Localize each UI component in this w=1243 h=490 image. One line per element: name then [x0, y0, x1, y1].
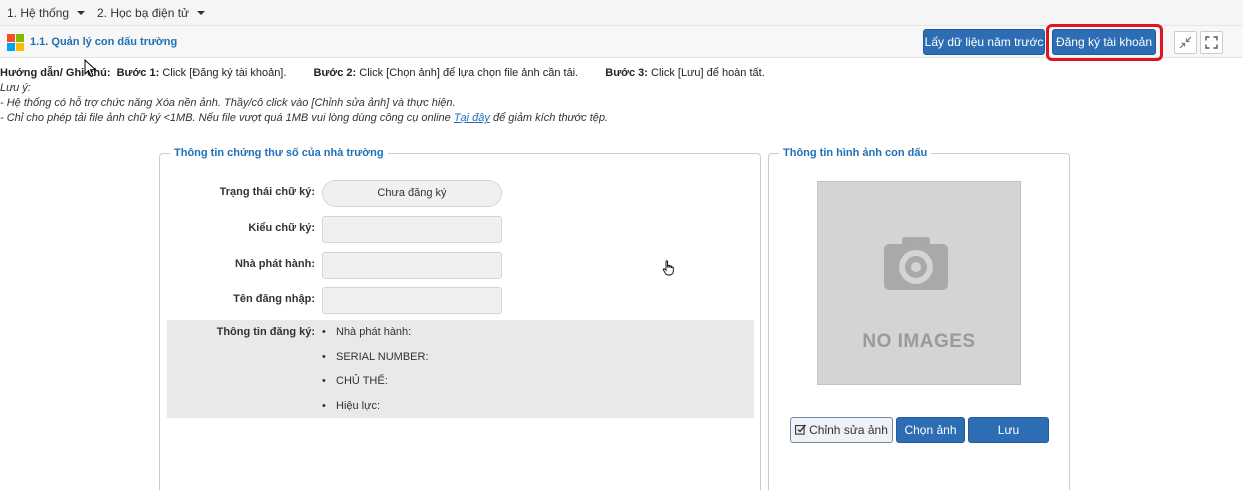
note-text: - Chỉ cho phép tải file ảnh chữ ký <1MB.…	[0, 112, 454, 124]
hand-cursor-icon	[662, 260, 674, 276]
note-title: Lưu ý:	[0, 82, 31, 94]
issuer-field	[322, 252, 502, 279]
caret-down-icon	[197, 10, 206, 15]
list-item: Hiệu lực:	[322, 400, 429, 425]
note-text: để giảm kích thước tệp.	[489, 112, 609, 124]
registration-info-box: Thông tin đăng ký: Nhà phát hành: SERIAL…	[167, 320, 754, 418]
edit-image-button[interactable]: Chỉnh sửa ảnh	[790, 417, 893, 443]
list-item: SERIAL NUMBER:	[322, 351, 429, 376]
no-images-text: NO IMAGES	[862, 331, 976, 352]
collapse-button[interactable]	[1174, 31, 1197, 54]
signature-type-label: Kiểu chữ ký:	[248, 222, 315, 234]
fullscreen-icon	[1205, 36, 1218, 49]
fullscreen-button[interactable]	[1200, 31, 1223, 54]
arrow-cursor-icon	[84, 59, 97, 78]
list-item: Nhà phát hành:	[322, 326, 429, 351]
get-previous-year-data-button[interactable]: Lấy dữ liệu năm trước	[923, 29, 1045, 55]
resize-tool-link[interactable]: Tại đây	[454, 112, 490, 124]
list-item: CHỦ THỂ:	[322, 375, 429, 400]
login-name-label: Tên đăng nhập:	[233, 293, 315, 305]
save-button[interactable]: Lưu	[968, 417, 1049, 443]
caret-down-icon	[77, 10, 86, 15]
note-line-2: - Chỉ cho phép tải file ảnh chữ ký <1MB.…	[0, 112, 608, 124]
camera-icon	[884, 237, 948, 290]
menu-item-label: 2. Học bạ điện tử	[97, 6, 190, 20]
page: 1. Hệ thống 2. Học bạ điện tử 1.1. Quản …	[0, 0, 1243, 490]
menu-he-thong[interactable]: 1. Hệ thống	[7, 6, 86, 20]
stamp-image-panel: Thông tin hình ảnh con dấu NO IMAGES Chỉ…	[768, 147, 1070, 490]
choose-image-button[interactable]: Chọn ảnh	[896, 417, 965, 443]
menu-hoc-ba-dien-tu[interactable]: 2. Học bạ điện tử	[97, 6, 206, 20]
registration-info-label: Thông tin đăng ký:	[216, 326, 315, 338]
collapse-icon	[1179, 36, 1192, 49]
windows-logo-icon	[7, 34, 24, 51]
login-name-field	[322, 287, 502, 314]
step2-text: Click [Chọn ảnh] để lựa chọn file ảnh cầ…	[359, 67, 579, 79]
step3-text: Click [Lưu] để hoàn tất.	[651, 67, 765, 79]
signature-type-field	[322, 216, 502, 243]
highlight-annotation	[1046, 24, 1163, 61]
step2-label: Bước 2:	[313, 67, 357, 79]
certificate-panel-title: Thông tin chứng thư số của nhà trường	[170, 147, 388, 159]
top-menu: 1. Hệ thống 2. Học bạ điện tử	[0, 0, 1243, 26]
page-title: 1.1. Quản lý con dấu trường	[30, 36, 178, 48]
edit-icon	[795, 424, 807, 435]
edit-image-label: Chỉnh sửa ảnh	[809, 423, 888, 437]
issuer-label: Nhà phát hành:	[234, 258, 315, 270]
menu-item-label: 1. Hệ thống	[7, 6, 70, 20]
step1-text: Click [Đăng ký tài khoản].	[162, 67, 287, 79]
status-label: Trạng thái chữ ký:	[219, 186, 315, 198]
registration-info-list: Nhà phát hành: SERIAL NUMBER: CHỦ THỂ: H…	[322, 326, 429, 424]
status-badge: Chưa đăng ký	[322, 180, 502, 207]
step1-label: Bước 1:	[116, 67, 160, 79]
stamp-image-placeholder: NO IMAGES	[817, 181, 1021, 385]
step3-label: Bước 3:	[605, 67, 648, 79]
certificate-panel: Thông tin chứng thư số của nhà trường Tr…	[159, 147, 761, 490]
note-line-1: - Hệ thống có hỗ trợ chức năng Xóa nền ả…	[0, 97, 456, 109]
guide-line: Hướng dẫn/ Ghi chú: Bước 1: Click [Đăng …	[0, 67, 765, 79]
stamp-image-panel-title: Thông tin hình ảnh con dấu	[779, 147, 932, 159]
